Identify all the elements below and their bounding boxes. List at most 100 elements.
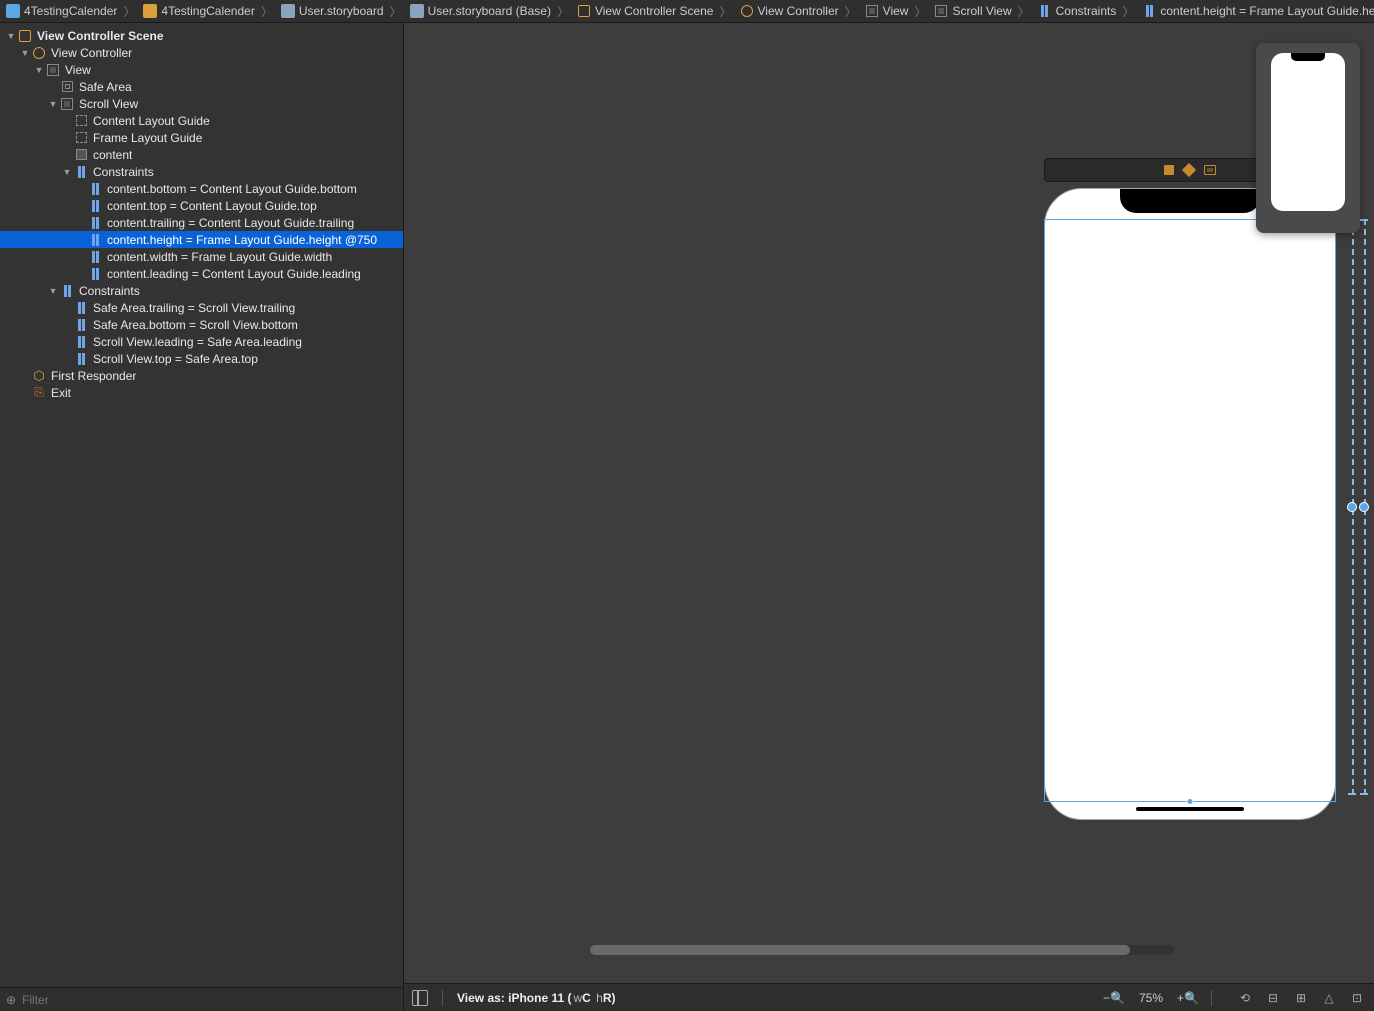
row-constraint[interactable]: content.width = Frame Layout Guide.width <box>0 248 403 265</box>
constraint-node[interactable] <box>1359 502 1369 512</box>
row-constraint[interactable]: Safe Area.trailing = Scroll View.trailin… <box>0 299 403 316</box>
zoom-out-button[interactable]: −🔍 <box>1105 989 1123 1007</box>
disclosure-icon[interactable] <box>48 286 58 296</box>
swift-icon <box>6 4 20 18</box>
crumb-project[interactable]: 4TestingCalender〉 <box>4 3 141 20</box>
resolve-icon[interactable]: △ <box>1320 989 1338 1007</box>
row-label: View Controller Scene <box>37 29 164 43</box>
constraint-icon <box>92 200 99 212</box>
embed-icon[interactable]: ⊡ <box>1348 989 1366 1007</box>
size-class-h: h <box>596 991 603 1005</box>
first-responder-dock-icon[interactable] <box>1182 163 1196 177</box>
crumb-scrollview[interactable]: Scroll View〉 <box>932 3 1035 20</box>
row-constraint[interactable]: content.top = Content Layout Guide.top <box>0 197 403 214</box>
row-constraint[interactable]: content.trailing = Content Layout Guide.… <box>0 214 403 231</box>
row-constraint-selected[interactable]: content.height = Frame Layout Guide.heig… <box>0 231 403 248</box>
scene-icon <box>19 30 31 42</box>
view-icon <box>866 5 878 17</box>
row-constraint[interactable]: Scroll View.leading = Safe Area.leading <box>0 333 403 350</box>
view-icon <box>47 64 59 76</box>
constraint-icon <box>78 336 85 348</box>
outline-tree[interactable]: View Controller Scene View Controller Vi… <box>0 23 403 987</box>
constraint-guides <box>1346 219 1370 795</box>
crumb-folder[interactable]: 4TestingCalender〉 <box>141 3 278 20</box>
scrollbar-thumb[interactable] <box>590 945 1130 955</box>
row-frame-layout-guide[interactable]: Frame Layout Guide <box>0 129 403 146</box>
view-as-label: View as: iPhone 11 ( <box>457 991 572 1005</box>
viewcontroller-dock-icon[interactable] <box>1164 165 1174 175</box>
constraint-icon <box>78 353 85 365</box>
chevron-right-icon: 〉 <box>845 3 857 20</box>
horizontal-scrollbar[interactable] <box>590 945 1174 955</box>
row-label: content <box>93 148 132 162</box>
canvas-viewport[interactable] <box>404 23 1374 983</box>
row-label: Scroll View.leading = Safe Area.leading <box>93 335 302 349</box>
row-safearea[interactable]: Safe Area <box>0 78 403 95</box>
constraints-icon <box>78 166 85 178</box>
row-label: View Controller <box>51 46 132 60</box>
storyboard-icon <box>410 4 424 18</box>
row-constraint[interactable]: content.bottom = Content Layout Guide.bo… <box>0 180 403 197</box>
row-label: content.trailing = Content Layout Guide.… <box>107 216 354 230</box>
chevron-right-icon: 〉 <box>557 3 569 20</box>
viewcontroller-icon <box>33 47 45 59</box>
update-frames-icon[interactable]: ⟲ <box>1236 989 1254 1007</box>
row-exit[interactable]: ⎘Exit <box>0 384 403 401</box>
row-content[interactable]: content <box>0 146 403 163</box>
row-label: content.height = Frame Layout Guide.heig… <box>107 233 377 247</box>
filter-icon: ⊕ <box>6 993 16 1007</box>
row-constraint[interactable]: content.leading = Content Layout Guide.l… <box>0 265 403 282</box>
row-scene[interactable]: View Controller Scene <box>0 27 403 44</box>
exit-icon: ⎘ <box>32 386 46 400</box>
crumb-scene[interactable]: View Controller Scene〉 <box>575 3 738 20</box>
pin-icon[interactable]: ⊞ <box>1292 989 1310 1007</box>
chevron-right-icon: 〉 <box>914 3 926 20</box>
scene-icon <box>578 5 590 17</box>
crumb-constraints[interactable]: Constraints〉 <box>1036 3 1141 20</box>
row-content-layout-guide[interactable]: Content Layout Guide <box>0 112 403 129</box>
align-icon[interactable]: ⊟ <box>1264 989 1282 1007</box>
minimap-device <box>1271 53 1345 211</box>
crumb-storyboard-base[interactable]: User.storyboard (Base) 〉 <box>408 3 575 20</box>
crumb-label: User.storyboard (Base) <box>428 4 551 18</box>
zoom-in-button[interactable]: +🔍 <box>1179 989 1197 1007</box>
row-label: Scroll View <box>79 97 138 111</box>
crumb-constraint-selected[interactable]: content.height = Frame Layout Guide.heig… <box>1140 4 1374 18</box>
disclosure-icon[interactable] <box>20 48 30 58</box>
crumb-viewcontroller[interactable]: View Controller〉 <box>738 3 863 20</box>
constraint-icon <box>92 183 99 195</box>
constraint-icon <box>78 302 85 314</box>
constraint-node[interactable] <box>1347 502 1357 512</box>
filter-input[interactable] <box>22 993 397 1007</box>
separator <box>1211 990 1212 1006</box>
exit-dock-icon[interactable] <box>1204 165 1216 175</box>
toggle-outline-button[interactable] <box>412 990 428 1006</box>
row-label: View <box>65 63 91 77</box>
row-view[interactable]: View <box>0 61 403 78</box>
chevron-right-icon: 〉 <box>719 3 731 20</box>
minimap[interactable] <box>1256 43 1360 233</box>
chevron-right-icon: 〉 <box>390 3 402 20</box>
disclosure-icon[interactable] <box>62 167 72 177</box>
crumb-view[interactable]: View〉 <box>863 3 933 20</box>
crumb-storyboard[interactable]: User.storyboard〉 <box>279 3 408 20</box>
row-constraint[interactable]: Scroll View.top = Safe Area.top <box>0 350 403 367</box>
row-view-constraints[interactable]: Constraints <box>0 282 403 299</box>
first-responder-icon: ⬡ <box>32 369 46 383</box>
row-viewcontroller[interactable]: View Controller <box>0 44 403 61</box>
breadcrumb-bar: 4TestingCalender〉 4TestingCalender〉 User… <box>0 0 1374 23</box>
row-scrollview-constraints[interactable]: Constraints <box>0 163 403 180</box>
disclosure-icon[interactable] <box>48 99 58 109</box>
disclosure-icon[interactable] <box>6 31 16 41</box>
row-scrollview[interactable]: Scroll View <box>0 95 403 112</box>
zoom-percentage[interactable]: 75% <box>1133 991 1169 1005</box>
view-as-button[interactable]: View as: iPhone 11 (wC hR) <box>457 991 616 1005</box>
device-preview[interactable] <box>1044 188 1336 820</box>
row-label: content.width = Frame Layout Guide.width <box>107 250 332 264</box>
viewcontroller-icon <box>741 5 753 17</box>
disclosure-icon[interactable] <box>34 65 44 75</box>
row-label: Safe Area <box>79 80 132 94</box>
row-constraint[interactable]: Safe Area.bottom = Scroll View.bottom <box>0 316 403 333</box>
size-class-c: C <box>582 991 594 1005</box>
row-first-responder[interactable]: ⬡First Responder <box>0 367 403 384</box>
